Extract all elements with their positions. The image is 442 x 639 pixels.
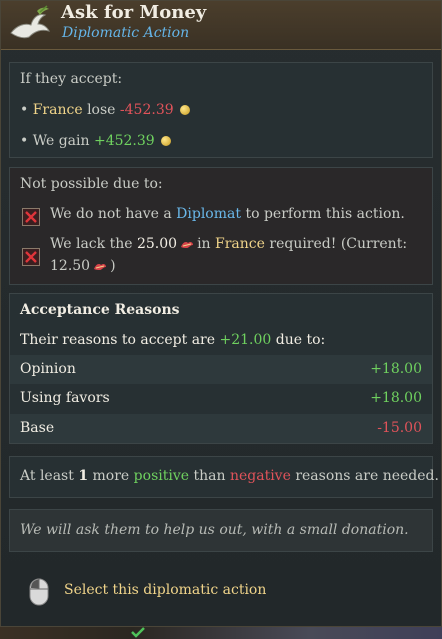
reason-value: -15.00 — [377, 420, 422, 436]
reasons-total: +21.00 — [219, 332, 272, 348]
negative-word: negative — [229, 468, 291, 484]
reason-label: Using favors — [20, 390, 110, 406]
requirement-text: At least 1 more positive than negative r… — [20, 468, 439, 484]
check-icon — [131, 627, 145, 638]
failed-condition-icon — [22, 208, 40, 226]
condition-no-diplomat: We do not have a Diplomat to perform thi… — [50, 206, 405, 222]
diplomat-link[interactable]: Diplomat — [176, 206, 241, 222]
requirement-count: 1 — [78, 468, 89, 484]
positive-word: positive — [133, 468, 190, 484]
bullet: • — [20, 102, 29, 118]
condition-text: We do not have a — [50, 206, 172, 222]
favors-icon — [94, 263, 107, 270]
background-map-strip — [0, 627, 442, 639]
effect-prefix: We gain — [32, 133, 90, 149]
condition-text: We lack the — [50, 236, 133, 252]
flavor-text: We will ask them to help us out, with a … — [20, 522, 409, 538]
effect-line-we: • We gain +452.39 — [20, 133, 171, 149]
accept-heading: If they accept: — [20, 71, 123, 87]
select-action-hint[interactable]: Select this diplomatic action — [64, 582, 266, 598]
gold-coin-icon — [160, 136, 171, 146]
reason-value: +18.00 — [370, 361, 422, 377]
reasons-intro-text: due to: — [275, 332, 326, 348]
reasons-intro-text: Their reasons to accept are — [20, 332, 216, 348]
condition-text: ) — [110, 258, 116, 274]
condition-text: in — [197, 236, 211, 252]
effect-amount: -452.39 — [119, 102, 174, 118]
requirement-part: more — [92, 468, 130, 484]
acceptance-reasons-panel: Acceptance Reasons Their reasons to acce… — [9, 293, 433, 444]
reason-label: Opinion — [20, 361, 76, 377]
favors-required: 25.00 — [136, 236, 178, 252]
gold-coin-icon — [179, 105, 190, 115]
diplomatic-action-tooltip: Ask for Money Diplomatic Action If they … — [0, 0, 442, 627]
favors-current: 12.50 — [50, 258, 91, 274]
condition-text: to perform this action. — [245, 206, 405, 222]
reason-row-base: Base -15.00 — [10, 414, 432, 443]
mouse-left-click-icon — [29, 578, 49, 606]
reason-row-opinion: Opinion +18.00 — [10, 355, 432, 384]
effect-amount: +452.39 — [93, 133, 155, 149]
favors-icon — [181, 241, 194, 248]
dove-icon — [10, 5, 50, 39]
action-type-subtitle: Diplomatic Action — [62, 25, 190, 41]
requirement-part: At least — [20, 468, 74, 484]
country-link-france[interactable]: France — [33, 102, 83, 118]
requirement-part: than — [193, 468, 226, 484]
country-link-france[interactable]: France — [215, 236, 265, 252]
not-possible-heading: Not possible due to: — [20, 176, 163, 192]
bullet: • — [20, 133, 29, 149]
accept-effects-panel: If they accept: • France lose -452.39 • … — [9, 62, 433, 158]
condition-text: required! (Current: — [269, 236, 408, 252]
requirement-panel: At least 1 more positive than negative r… — [9, 456, 439, 498]
condition-lack-favors: We lack the 25.00 in France required! (Cu… — [50, 236, 407, 252]
condition-lack-favors-current: 12.50) — [50, 258, 116, 274]
reason-label: Base — [20, 420, 55, 436]
reasons-intro: Their reasons to accept are +21.00 due t… — [20, 332, 325, 348]
not-possible-panel: Not possible due to: We do not have a Di… — [9, 167, 433, 285]
requirement-part: reasons are needed. — [295, 468, 439, 484]
tooltip-header: Ask for Money Diplomatic Action — [1, 1, 441, 50]
effect-line-france: • France lose -452.39 — [20, 102, 190, 118]
reason-row-favors: Using favors +18.00 — [10, 384, 432, 413]
reasons-heading: Acceptance Reasons — [20, 302, 180, 318]
page-title: Ask for Money — [61, 2, 207, 23]
reason-value: +18.00 — [370, 390, 422, 406]
flavor-panel: We will ask them to help us out, with a … — [9, 509, 433, 552]
failed-condition-icon — [22, 248, 40, 266]
effect-verb: lose — [87, 102, 116, 118]
